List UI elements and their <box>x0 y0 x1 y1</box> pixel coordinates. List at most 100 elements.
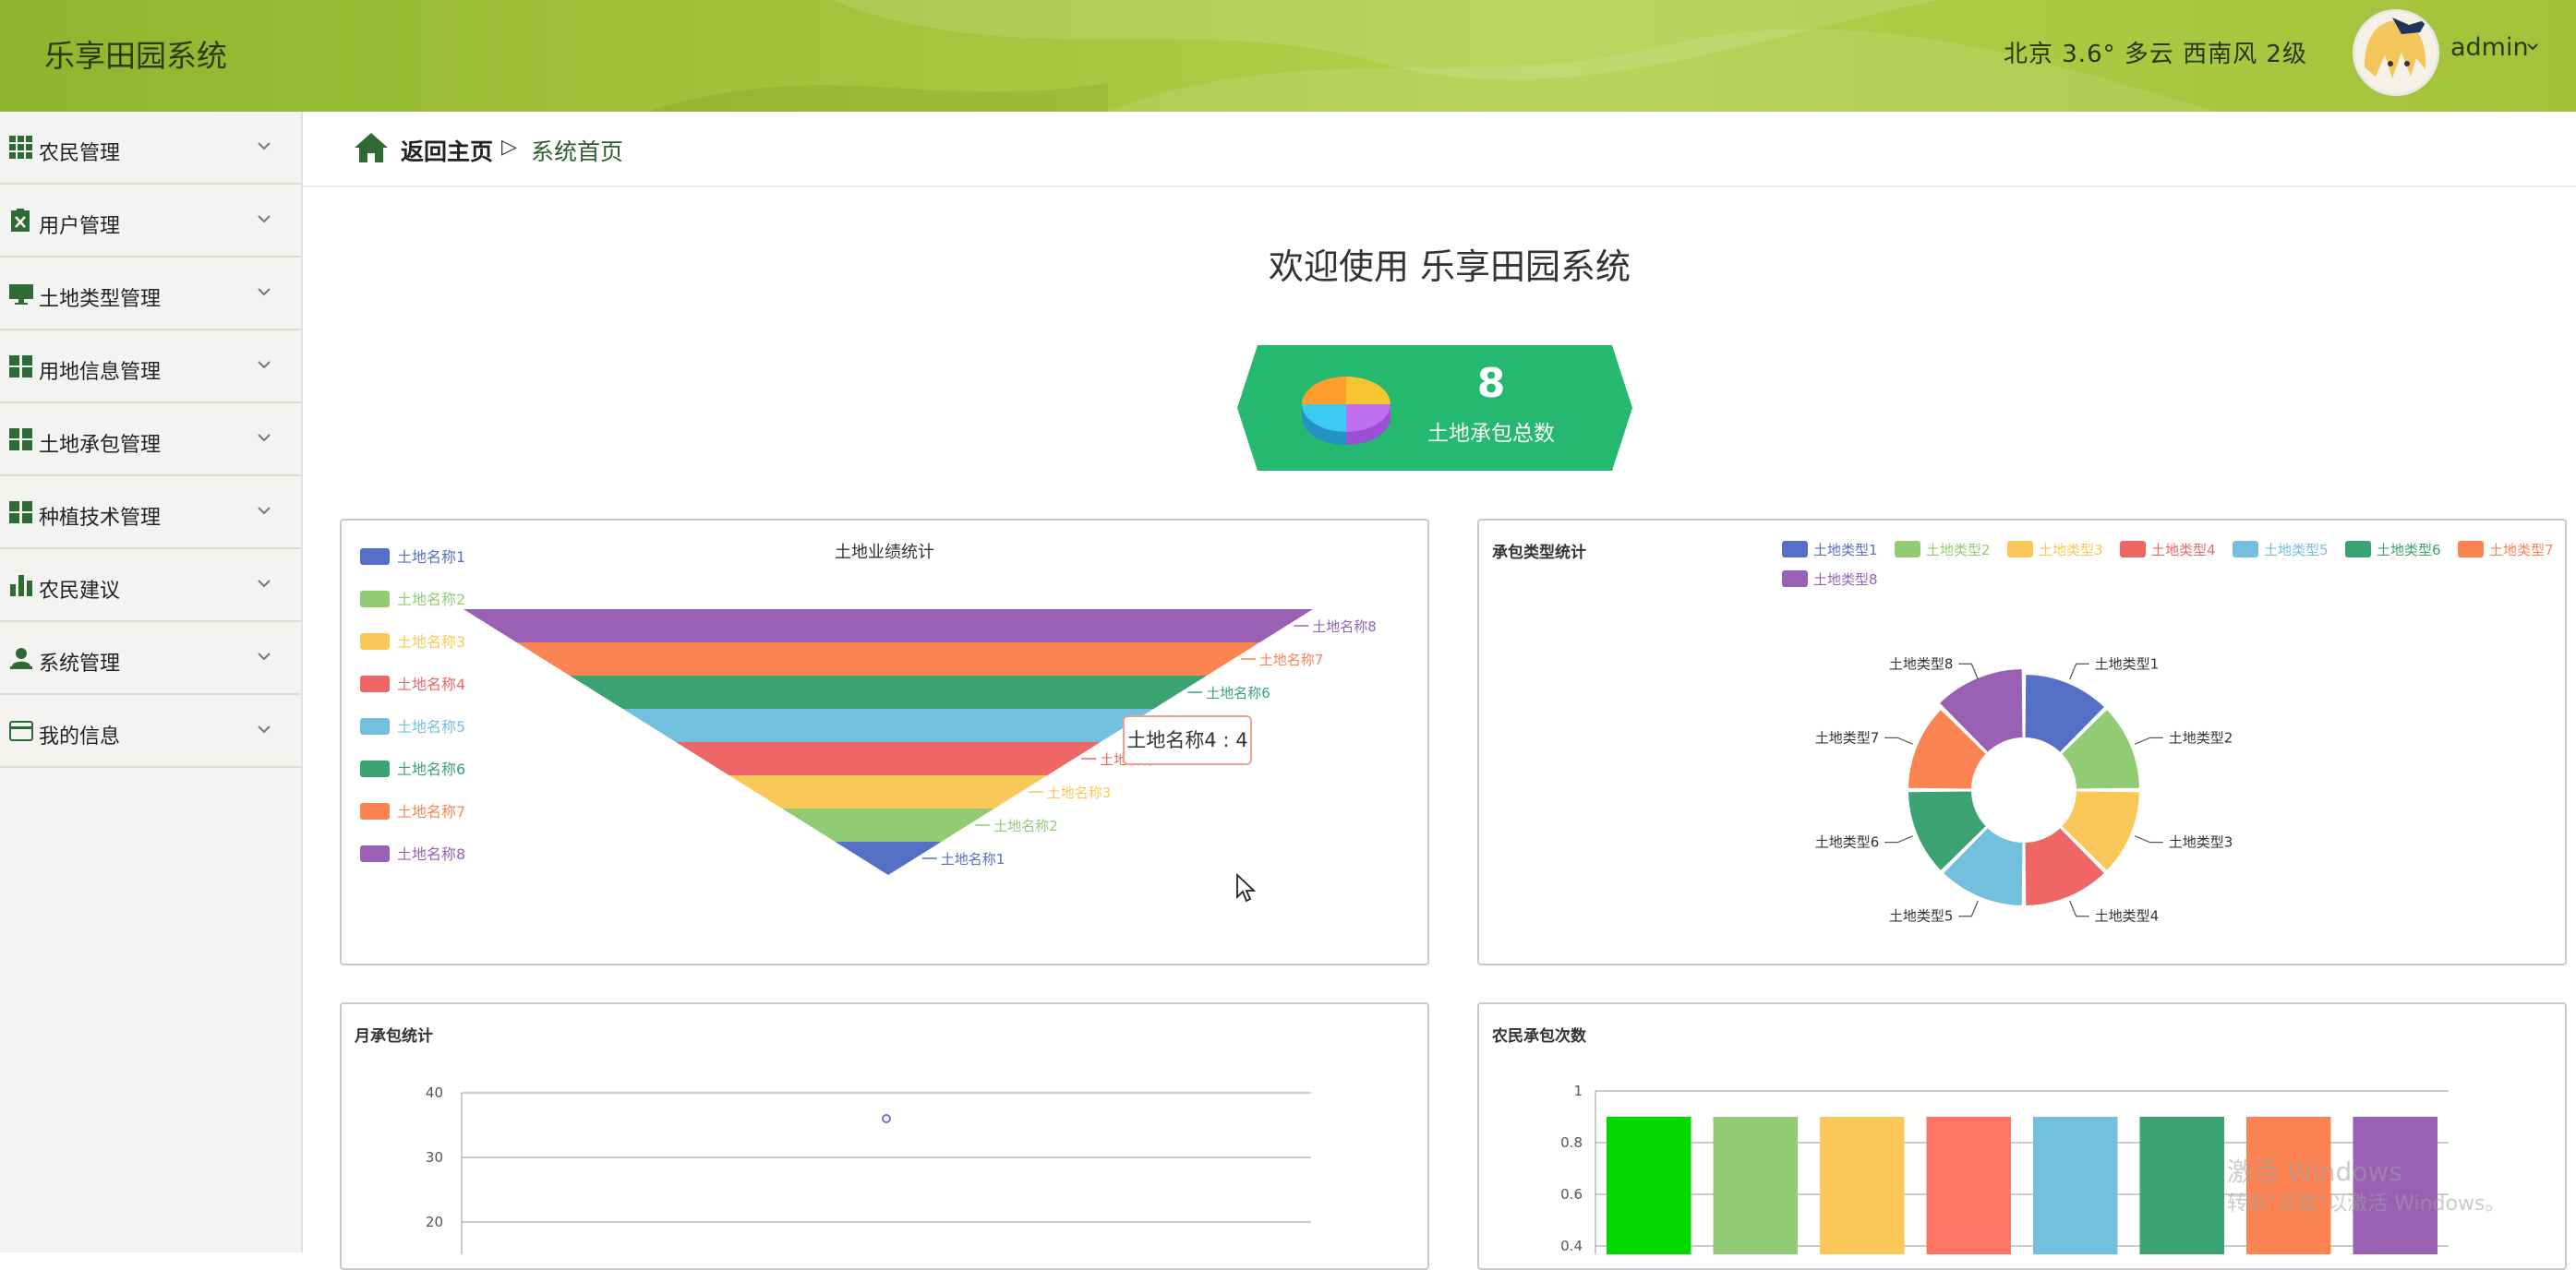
legend-label: 土地类型2 <box>1926 542 1991 558</box>
sidebar-item-planting-tech[interactable]: 种植技术管理 <box>0 476 301 549</box>
sidebar-item-label: 农民建议 <box>39 580 121 603</box>
funnel-label: 土地名称7 <box>1259 652 1324 668</box>
sidebar-item-label: 我的信息 <box>39 725 121 749</box>
sidebar-item-land-use[interactable]: 用地信息管理 <box>0 330 301 403</box>
y-tick-label: 0.6 <box>1560 1186 1583 1203</box>
breadcrumb-current: 系统首页 <box>531 138 624 165</box>
chevron-down-icon <box>258 653 271 661</box>
funnel-label: 土地名称1 <box>941 851 1005 868</box>
chevron-down-icon <box>258 142 271 150</box>
donut-label: 土地类型1 <box>2095 655 2160 672</box>
sidebar-item-user[interactable]: 用户管理 <box>0 185 301 258</box>
avatar[interactable] <box>2353 9 2439 96</box>
sidebar-item-farmer-suggestion[interactable]: 农民建议 <box>0 549 301 622</box>
avatar-image <box>2355 12 2437 93</box>
bar <box>2033 1117 2118 1254</box>
dashboard-icon <box>9 428 32 450</box>
bar <box>2139 1117 2224 1254</box>
funnel-label: 土地名称2 <box>993 818 1058 834</box>
legend-swatch <box>360 676 390 692</box>
y-tick-label: 0.4 <box>1560 1238 1583 1254</box>
funnel-label: 土地名称3 <box>1047 785 1112 801</box>
legend-swatch <box>2120 541 2146 557</box>
sidebar-item-land-type[interactable]: 土地类型管理 <box>0 258 301 330</box>
y-tick-label: 30 <box>426 1149 443 1166</box>
legend-swatch <box>360 718 390 735</box>
grid-icon <box>9 136 32 159</box>
legend-label: 土地名称7 <box>397 803 465 821</box>
pie-3d-icon <box>1302 377 1390 445</box>
chevron-down-icon <box>258 725 271 734</box>
donut-chart: 土地类型1 土地类型2 土地类型3 土地类型4 土地类型5 土地类型6 土地类型7 土地类型8… <box>1782 541 2554 925</box>
sidebar-item-land-contract[interactable]: 土地承包管理 <box>0 403 301 476</box>
donut-label: 土地类型3 <box>2169 834 2233 851</box>
chevron-down-icon <box>258 507 271 515</box>
sidebar-item-farmer[interactable]: 农民管理 <box>0 112 301 185</box>
breadcrumb-home-link[interactable]: 返回主页 <box>401 134 493 167</box>
legend-swatch <box>360 591 390 607</box>
user-name-dropdown[interactable]: admin <box>2450 33 2529 62</box>
funnel-label: 土地名称6 <box>1206 685 1270 701</box>
legend-swatch <box>360 761 390 777</box>
donut-label: 土地类型5 <box>1889 908 1954 925</box>
chevron-down-icon <box>258 580 271 588</box>
funnel-label: 土地名称8 <box>1312 618 1377 635</box>
legend-label: 土地类型1 <box>1813 542 1878 558</box>
donut-label: 土地类型4 <box>2095 908 2160 925</box>
stat-label: 土地承包总数 <box>1427 422 1555 446</box>
legend-label: 土地名称4 <box>397 676 465 693</box>
legend-swatch <box>1782 541 1808 557</box>
home-icon[interactable] <box>353 131 390 164</box>
card-icon <box>9 721 33 741</box>
sidebar-item-label: 系统管理 <box>39 653 121 676</box>
legend-swatch <box>360 845 390 862</box>
sidebar-item-label: 农民管理 <box>39 142 121 165</box>
sidebar: 农民管理 用户管理 土地类型管理 用地信息管理 土地承包管理 种植技术管理 农民… <box>0 112 303 1252</box>
legend-swatch <box>1782 570 1808 587</box>
legend-label: 土地类型6 <box>2377 542 2441 558</box>
donut-label-line <box>1958 663 1979 680</box>
chevron-down-icon[interactable] <box>2526 42 2539 52</box>
chevron-down-icon <box>258 361 271 369</box>
legend-swatch <box>2007 541 2033 557</box>
sidebar-item-label: 种植技术管理 <box>39 507 162 530</box>
bar <box>1820 1117 1905 1254</box>
donut-label: 土地类型8 <box>1889 655 1954 672</box>
funnel-segment <box>622 709 1154 742</box>
sidebar-item-system[interactable]: 系统管理 <box>0 622 301 695</box>
scatter-chart-panel: 月承包统计 40 30 20 <box>340 1002 1429 1270</box>
scatter-chart: 40 30 20 <box>426 1084 1311 1254</box>
legend-swatch <box>360 548 390 565</box>
donut-label: 土地类型2 <box>2169 729 2233 746</box>
legend-label: 土地类型5 <box>2264 542 2329 558</box>
excel-icon <box>11 209 30 232</box>
donut-label-line <box>1958 900 1979 917</box>
y-tick-label: 40 <box>426 1084 443 1101</box>
legend-label: 土地名称1 <box>397 548 465 566</box>
chart-tooltip: 土地名称4 : 4 <box>1123 715 1252 765</box>
donut-chart-panel: 承包类型统计 土地类型1 土地类型2 土地类型3 土地类型4 土地类型5 土地类型6 土地类… <box>1477 519 2567 965</box>
breadcrumb-separator: ▷ <box>501 136 517 159</box>
sidebar-item-my-info[interactable]: 我的信息 <box>0 695 301 768</box>
welcome-title: 欢迎使用 乐享田园系统 <box>1268 246 1631 287</box>
stat-value: 8 <box>1476 360 1506 407</box>
sidebar-item-label: 土地承包管理 <box>39 434 162 457</box>
weather-info: 北京 3.6° 多云 西南风 2级 <box>2004 41 2307 68</box>
donut-label-line <box>2069 663 2089 680</box>
bar-chart-icon <box>10 575 32 596</box>
app-title: 乐享田园系统 <box>44 38 227 74</box>
legend-label: 土地类型8 <box>1813 571 1878 588</box>
legend-label: 土地名称3 <box>397 633 465 651</box>
bar-chart-panel: 农民承包次数 1 0.8 0.6 0.4 <box>1477 1002 2567 1270</box>
dashboard-icon <box>9 501 32 523</box>
top-header: 乐享田园系统 北京 3.6° 多云 西南风 2级 admin <box>0 0 2576 112</box>
chevron-down-icon <box>258 434 271 442</box>
funnel-chart: 土地名称1 土地名称2 土地名称3 土地名称4 土地名称5 土地名称6 土地名称7 土地名称8… <box>360 548 1377 875</box>
legend-label: 土地名称6 <box>397 761 465 778</box>
donut-label: 土地类型7 <box>1815 729 1880 746</box>
bar <box>1607 1117 1691 1254</box>
legend-swatch <box>2233 541 2258 557</box>
windows-watermark-subtitle: 转到"设置"以激活 Windows。 <box>2227 1192 2506 1216</box>
donut-label-line <box>2069 900 2089 917</box>
y-tick-label: 1 <box>1573 1083 1583 1099</box>
